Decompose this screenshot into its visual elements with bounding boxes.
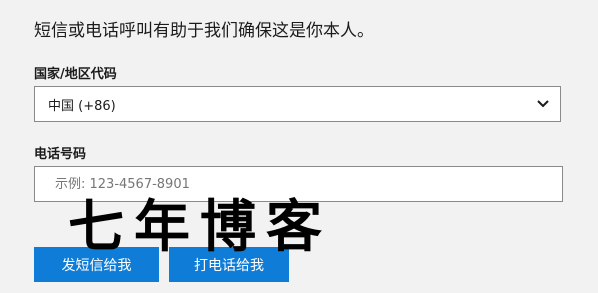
phone-verification-page: 短信或电话呼叫有助于我们确保这是你本人。 国家/地区代码 中国 (+86) 电话… [0, 0, 598, 293]
country-code-select[interactable]: 中国 (+86) [34, 86, 561, 122]
intro-text: 短信或电话呼叫有助于我们确保这是你本人。 [34, 21, 374, 41]
country-code-selected-value: 中国 (+86) [48, 98, 116, 114]
country-code-label: 国家/地区代码 [34, 67, 117, 82]
chevron-down-icon [536, 97, 550, 111]
phone-number-label: 电话号码 [34, 147, 87, 162]
watermark-logo: 七年博客 [68, 196, 332, 260]
svg-text:七年博客: 七年博客 [68, 196, 332, 260]
